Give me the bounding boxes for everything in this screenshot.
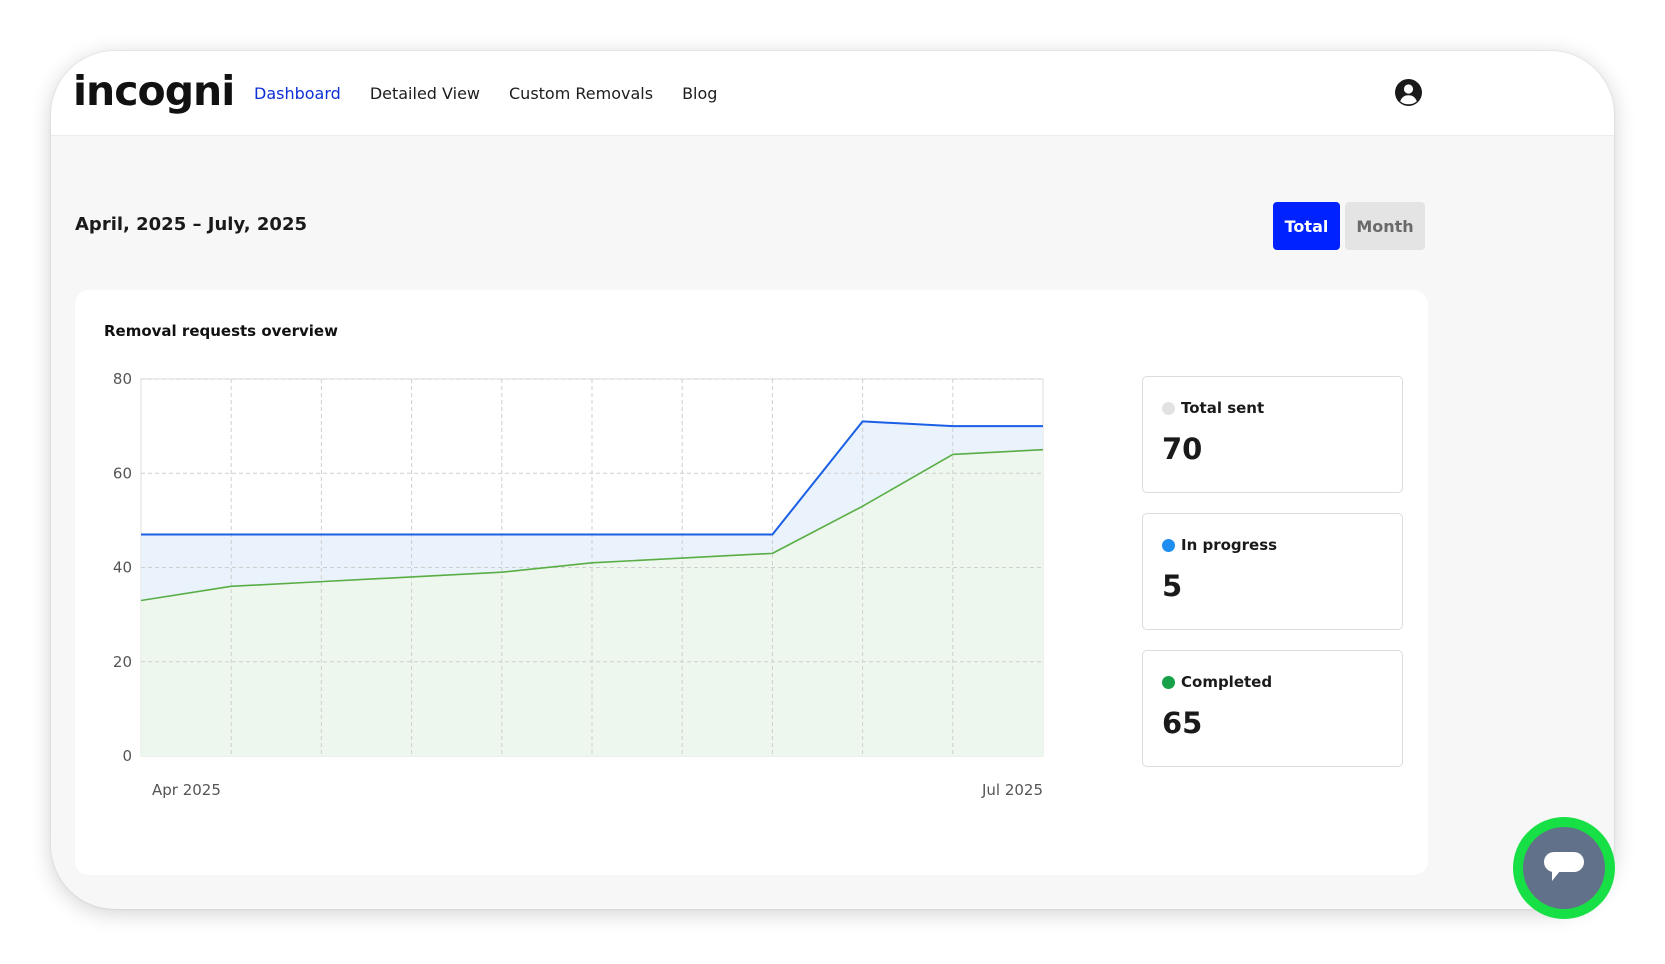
y-tick-label: 0 [122,747,132,765]
nav-custom-removals[interactable]: Custom Removals [509,80,653,108]
user-account-icon[interactable] [1394,78,1423,107]
stat-value: 5 [1162,569,1183,603]
top-navigation-bar: incogni Dashboard Detailed View Custom R… [51,51,1614,136]
stat-value: 65 [1162,706,1203,740]
stat-label: In progress [1181,536,1278,554]
main-nav: Dashboard Detailed View Custom Removals … [254,80,717,108]
stat-completed: Completed 65 [1142,650,1403,767]
date-range-label: April, 2025 – July, 2025 [75,214,307,235]
view-toggle: Total Month [1273,202,1425,250]
nav-detailed-view[interactable]: Detailed View [370,80,480,108]
stat-label: Completed [1181,673,1273,691]
in-progress-dot [1162,538,1175,552]
x-tick-label: Jul 2025 [981,781,1043,799]
y-tick-label: 80 [113,370,132,388]
nav-dashboard[interactable]: Dashboard [254,80,341,108]
stat-label: Total sent [1181,399,1265,417]
stat-value: 70 [1162,432,1203,466]
month-toggle-button[interactable]: Month [1345,202,1425,250]
removal-overview-card: Removal requests overview 0 20 40 60 80 Apr 2… [75,290,1428,875]
y-tick-label: 20 [113,653,132,671]
y-tick-label: 60 [113,464,132,482]
chat-bubble-icon [1544,852,1584,881]
incogni-logo[interactable]: incogni [73,65,235,117]
total-sent-dot [1162,401,1175,415]
stat-total-sent: Total sent 70 [1142,376,1403,493]
y-tick-label: 40 [113,559,132,577]
x-tick-label: Apr 2025 [152,781,221,799]
chat-support-button[interactable] [1513,817,1615,919]
app-window: incogni Dashboard Detailed View Custom R… [51,51,1614,909]
nav-blog[interactable]: Blog [682,80,717,108]
stat-in-progress: In progress 5 [1142,513,1403,630]
removal-requests-chart: 0 20 40 60 80 Apr 2025 Jul 2025 [113,370,1044,799]
completed-dot [1162,675,1175,689]
total-toggle-button[interactable]: Total [1273,202,1340,250]
